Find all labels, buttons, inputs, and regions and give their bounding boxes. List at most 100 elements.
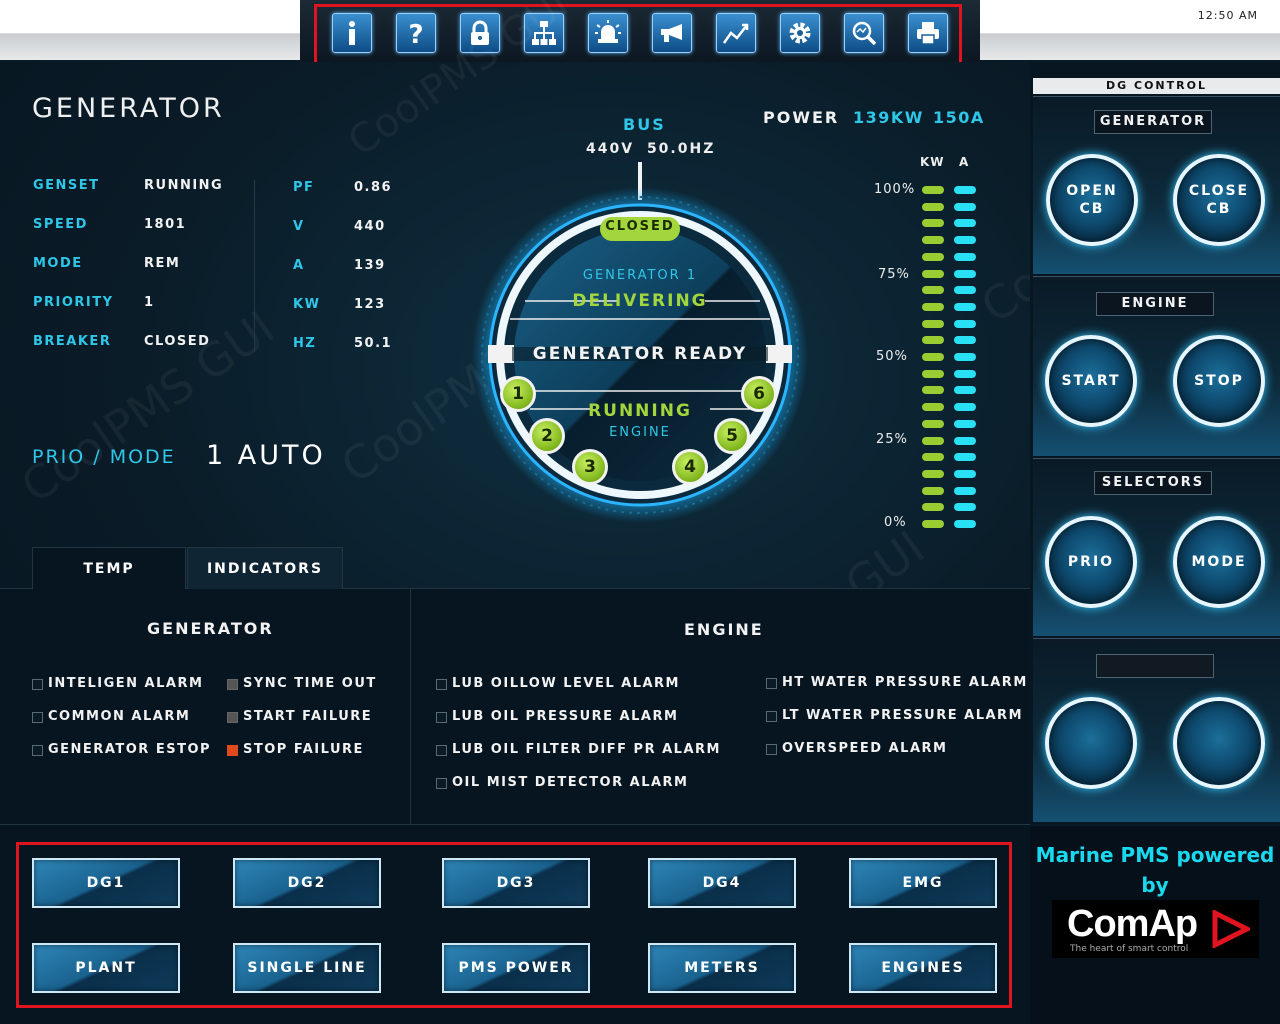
engine-indicators-title: ENGINE: [684, 620, 764, 639]
power-label: POWER: [763, 108, 840, 127]
a-bar-segment: [954, 252, 976, 261]
a-bar-segment: [954, 236, 976, 245]
nav-single-line-button[interactable]: SINGLE LINE: [233, 943, 381, 993]
lock-button[interactable]: [460, 13, 500, 53]
breaker-label: BREAKER: [33, 334, 112, 349]
generator-state: DELIVERING: [572, 291, 708, 311]
dg-control-header: DG CONTROL: [1033, 78, 1280, 94]
a-bar-segment: [954, 302, 976, 311]
tab-temp[interactable]: TEMP: [32, 547, 186, 589]
help-button[interactable]: ?: [396, 13, 436, 53]
nav-engines-button[interactable]: ENGINES: [849, 943, 997, 993]
indicator-label: START FAILURE: [243, 709, 373, 724]
engine-state: RUNNING: [588, 401, 692, 421]
sequence-step-5: 5: [714, 418, 750, 454]
nav-meters-button[interactable]: METERS: [648, 943, 796, 993]
indicator-label: LUB OILLOW LEVEL ALARM: [452, 676, 680, 691]
nav-pms-power-button[interactable]: PMS POWER: [442, 943, 590, 993]
indicator-box: [436, 778, 447, 789]
print-button[interactable]: [908, 13, 948, 53]
kw-bar-segment: [922, 219, 944, 228]
bus-label: BUS: [623, 115, 666, 134]
start-button[interactable]: START: [1045, 335, 1137, 427]
indicator-item: STOP FAILURE: [227, 742, 364, 757]
a-bar-segment: [954, 202, 976, 211]
spare-button-2[interactable]: [1173, 697, 1265, 789]
indicator-box: [766, 744, 777, 755]
nav-dg4-button[interactable]: DG4: [648, 858, 796, 908]
indicator-item: START FAILURE: [227, 709, 372, 724]
prio-button[interactable]: PRIO: [1045, 516, 1137, 608]
hierarchy-button[interactable]: [524, 13, 564, 53]
kw-bar-segment: [922, 353, 944, 361]
brand-line1: Marine PMS powered: [1035, 843, 1275, 867]
indicator-label: INTELIGEN ALARM: [48, 676, 204, 691]
spare-button-1[interactable]: [1045, 697, 1137, 789]
kw-bar-segment: [922, 202, 944, 211]
open-cb-button[interactable]: OPEN CB: [1046, 154, 1138, 246]
indicator-box: [32, 679, 43, 690]
indicator-box-active: [227, 712, 238, 723]
nav-plant-button[interactable]: PLANT: [32, 943, 180, 993]
spare-title: [1096, 654, 1214, 678]
help-icon: ?: [408, 20, 423, 47]
trend-button[interactable]: [716, 13, 756, 53]
indicator-label: LUB OIL PRESSURE ALARM: [452, 709, 679, 724]
brand-line2: by: [1141, 873, 1169, 897]
indicator-item: LUB OILLOW LEVEL ALARM: [436, 676, 680, 691]
indicator-box-active: [227, 679, 238, 690]
indicator-item: LUB OIL FILTER DIFF PR ALARM: [436, 742, 721, 757]
settings-button[interactable]: [780, 13, 820, 53]
mode-button[interactable]: MODE: [1173, 516, 1265, 608]
horn-button[interactable]: [652, 13, 692, 53]
kw-bar-segment: [922, 319, 944, 328]
info-icon: [349, 21, 355, 45]
current-value: 139: [354, 258, 386, 273]
tab-indicators[interactable]: INDICATORS: [187, 547, 343, 589]
zoom-button[interactable]: [844, 13, 884, 53]
a-bar-segment: [954, 469, 976, 478]
indicator-label: LUB OIL FILTER DIFF PR ALARM: [452, 742, 721, 757]
info-button[interactable]: [332, 13, 372, 53]
indicator-item: COMMON ALARM: [32, 709, 190, 724]
scale-label: 75%: [878, 267, 910, 282]
kw-bar-segment: [922, 436, 944, 445]
mode-value: REM: [144, 256, 181, 271]
a-bar-segment: [954, 353, 976, 361]
nav-dg2-button[interactable]: DG2: [233, 858, 381, 908]
stop-button[interactable]: STOP: [1173, 335, 1265, 427]
indicator-box: [766, 678, 777, 689]
power-kw-value: 139KW: [853, 108, 924, 127]
scale-label: 0%: [884, 515, 907, 530]
genset-value: RUNNING: [144, 178, 224, 193]
top-bar-left: [0, 0, 305, 60]
generator-ready-status: GENERATOR READY: [532, 344, 748, 364]
indicator-label: STOP FAILURE: [243, 742, 364, 757]
pf-value: 0.86: [354, 180, 393, 195]
close-cb-button[interactable]: CLOSE CB: [1173, 154, 1265, 246]
kw-bar-segment: [922, 503, 944, 512]
selectors-title: SELECTORS: [1094, 471, 1212, 495]
kw-bar-segment: [922, 469, 944, 478]
generator-name: GENERATOR 1: [582, 268, 698, 283]
prio-mode-label: PRIO / MODE: [32, 446, 176, 468]
page-title: GENERATOR: [32, 93, 225, 124]
nav-emg-button[interactable]: EMG: [849, 858, 997, 908]
nav-dg3-button[interactable]: DG3: [442, 858, 590, 908]
alarm-button[interactable]: [588, 13, 628, 53]
a-bar-segment: [954, 369, 976, 378]
indicator-item: HT WATER PRESSURE ALARM: [766, 675, 1028, 690]
breaker-status-badge: CLOSED: [605, 219, 675, 234]
nav-dg1-button[interactable]: DG1: [32, 858, 180, 908]
kw-value: 123: [354, 297, 386, 312]
mode-label: MODE: [33, 256, 83, 271]
gear-icon: [789, 22, 811, 44]
engine-control-title: ENGINE: [1096, 292, 1214, 316]
kw-bar-segment: [922, 369, 944, 378]
a-bar-segment: [954, 319, 976, 328]
clock: 12:50 AM: [1197, 9, 1258, 22]
close-cb-label: CLOSE: [1188, 183, 1250, 199]
sequence-step-2: 2: [529, 418, 565, 454]
a-bar-segment: [954, 186, 976, 194]
breaker-value: CLOSED: [144, 334, 211, 349]
